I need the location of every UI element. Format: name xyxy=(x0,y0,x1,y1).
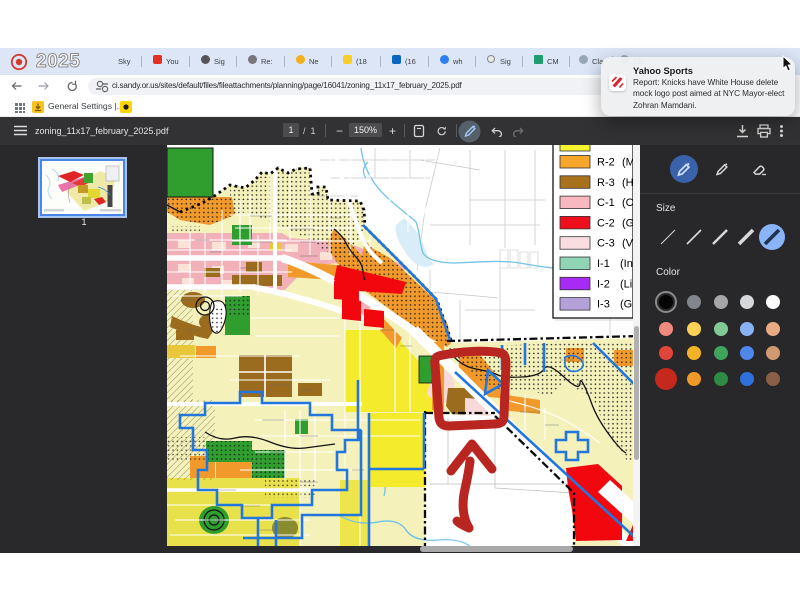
svg-text:(G: (G xyxy=(620,299,632,311)
svg-text:I-2: I-2 xyxy=(597,278,610,290)
svg-text:(Li: (Li xyxy=(620,278,632,290)
svg-text:R-2: R-2 xyxy=(597,157,615,169)
svg-text:(C: (C xyxy=(622,197,634,209)
svg-text:C-1: C-1 xyxy=(597,197,615,209)
svg-text:(H: (H xyxy=(622,177,634,189)
svg-text:C-2: C-2 xyxy=(597,217,615,229)
svg-text:(G: (G xyxy=(622,217,634,229)
svg-text:R-3: R-3 xyxy=(597,177,615,189)
svg-text:(In: (In xyxy=(620,258,633,270)
svg-text:(V: (V xyxy=(622,238,634,250)
svg-text:(M: (M xyxy=(622,157,635,169)
svg-text:I-3: I-3 xyxy=(597,299,610,311)
svg-text:I-1: I-1 xyxy=(597,258,610,270)
svg-text:C-3: C-3 xyxy=(597,238,615,250)
